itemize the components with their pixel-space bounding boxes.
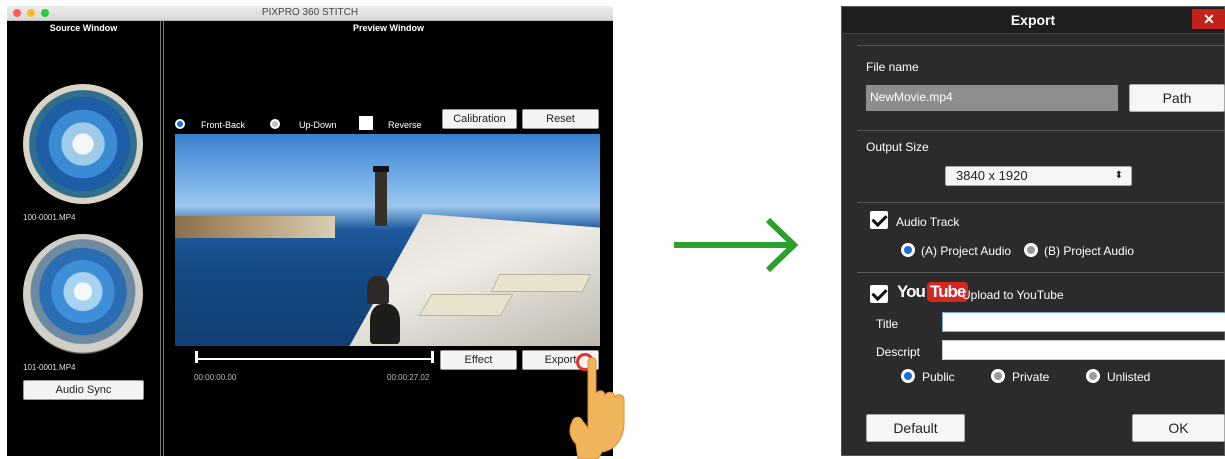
source-file-label-2: 101-0001.MP4: [23, 363, 76, 372]
audio-b-label: (B) Project Audio: [1044, 244, 1135, 258]
file-name-label: File name: [866, 60, 919, 74]
pane-divider[interactable]: [160, 21, 164, 456]
source-thumbnail-2[interactable]: [23, 234, 143, 354]
video-person: [370, 304, 400, 344]
privacy-unlisted-radio[interactable]: [1086, 369, 1100, 383]
path-button[interactable]: Path: [1129, 84, 1225, 112]
timeline-start-marker[interactable]: [195, 351, 198, 363]
privacy-public-label: Public: [922, 370, 955, 384]
preview-video[interactable]: [175, 134, 600, 346]
up-down-radio[interactable]: [270, 119, 280, 129]
export-dialog: Export ✕ File name NewMovie.mp4 Path Out…: [841, 6, 1225, 456]
audio-track-checkbox[interactable]: [870, 211, 888, 229]
timeline-end-marker[interactable]: [431, 351, 434, 363]
reset-button[interactable]: Reset: [522, 109, 599, 129]
source-file-label-1: 100-0001.MP4: [23, 213, 76, 222]
audio-track-label: Audio Track: [896, 215, 960, 229]
app-window: PIXPRO 360 STITCH Source Window 100-0001…: [7, 6, 613, 456]
output-size-select[interactable]: 3840 x 1920 ⬍: [945, 166, 1132, 186]
privacy-unlisted-label: Unlisted: [1107, 370, 1151, 384]
dialog-title: Export: [1010, 12, 1056, 28]
file-name-field[interactable]: NewMovie.mp4: [866, 85, 1118, 111]
dialog-title-bar: Export ✕: [842, 7, 1225, 34]
video-person: [367, 276, 389, 304]
front-back-radio[interactable]: [175, 119, 185, 129]
output-size-value: 3840 x 1920: [956, 168, 1028, 183]
audio-b-radio[interactable]: [1024, 243, 1038, 257]
title-bar: PIXPRO 360 STITCH: [7, 6, 613, 21]
calibration-button[interactable]: Calibration: [442, 109, 517, 129]
reverse-label: Reverse: [388, 120, 422, 130]
youtube-logo-you: You: [897, 282, 926, 301]
title-input[interactable]: [942, 312, 1225, 332]
audio-sync-button[interactable]: Audio Sync: [23, 380, 144, 400]
arrow-right-icon: [674, 217, 799, 273]
timecode-start: 00:00:00.00: [194, 373, 237, 382]
source-thumbnail-1[interactable]: [23, 84, 143, 204]
front-back-label: Front-Back: [201, 120, 246, 130]
youtube-upload-checkbox[interactable]: [870, 285, 888, 303]
close-icon[interactable]: ✕: [1192, 9, 1225, 29]
timeline-track[interactable]: [197, 358, 433, 360]
ok-button[interactable]: OK: [1132, 414, 1225, 442]
pointing-hand-icon: [569, 357, 625, 459]
privacy-public-radio[interactable]: [901, 369, 915, 383]
descript-input[interactable]: [942, 340, 1225, 360]
audio-a-label: (A) Project Audio: [921, 244, 1012, 258]
section-divider: [857, 45, 1225, 47]
video-bench: [490, 274, 592, 292]
video-funnel: [373, 166, 389, 226]
video-shoreline: [175, 216, 335, 238]
section-divider: [857, 202, 1225, 204]
effect-button[interactable]: Effect: [440, 350, 517, 370]
timecode-end: 00:00:27.02: [387, 373, 430, 382]
output-size-label: Output Size: [866, 140, 929, 154]
reverse-checkbox[interactable]: [359, 116, 373, 130]
up-down-label: Up-Down: [299, 120, 337, 130]
preview-window-title: Preview Window: [353, 23, 424, 33]
section-divider: [857, 130, 1225, 132]
descript-label: Descript: [876, 345, 921, 359]
title-label: Title: [876, 317, 899, 331]
privacy-private-radio[interactable]: [991, 369, 1005, 383]
source-window-title: Source Window: [49, 23, 118, 33]
select-arrows-icon: ⬍: [1114, 170, 1123, 181]
audio-a-radio[interactable]: [901, 243, 915, 257]
app-title: PIXPRO 360 STITCH: [261, 7, 359, 18]
section-divider: [857, 272, 1225, 274]
video-bench: [418, 294, 514, 316]
privacy-private-label: Private: [1012, 370, 1050, 384]
upload-youtube-label: Upload to YouTube: [962, 288, 1064, 302]
default-button[interactable]: Default: [866, 414, 965, 442]
